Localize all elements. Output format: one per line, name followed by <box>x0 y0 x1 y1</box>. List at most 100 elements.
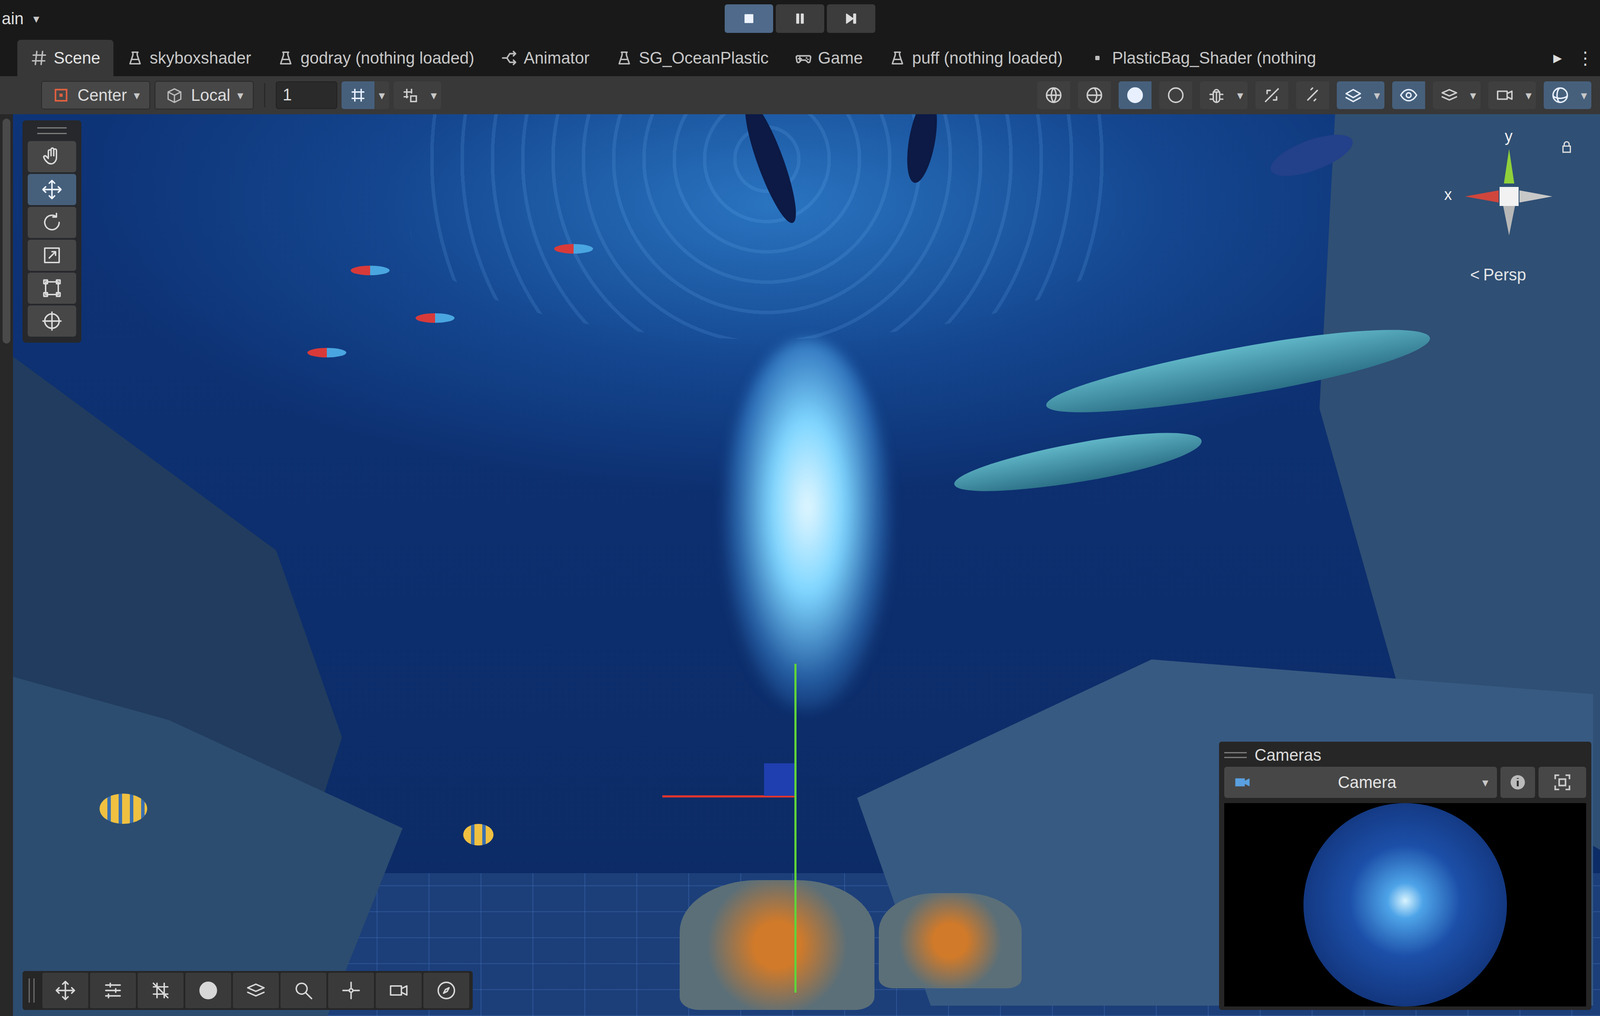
fish <box>554 244 594 254</box>
bug-icon <box>1206 85 1226 105</box>
tab-overflow-button[interactable]: ▶ <box>1553 51 1562 65</box>
view-toggle[interactable] <box>1392 81 1426 110</box>
shaded-icon <box>197 980 220 1002</box>
pivot-button[interactable] <box>328 973 375 1009</box>
move-button[interactable] <box>42 973 89 1009</box>
halfglobe-icon <box>1084 85 1104 105</box>
preview-image <box>1303 803 1507 1007</box>
tab[interactable]: puff (nothing loaded) <box>875 39 1076 77</box>
projection-label[interactable]: <Persp <box>1470 265 1526 285</box>
layout-menu[interactable]: ain▾ <box>0 9 725 29</box>
tab[interactable]: Game <box>781 39 876 77</box>
fish <box>99 793 148 825</box>
space-dropdown[interactable]: Local▾ <box>154 80 254 110</box>
unlit-icon <box>1166 85 1186 105</box>
tab-menu-button[interactable]: ⋮ <box>1576 48 1594 68</box>
tab[interactable]: godray (nothing loaded) <box>264 39 488 77</box>
step-button[interactable] <box>826 4 876 33</box>
move-tool[interactable] <box>27 174 77 206</box>
pause-icon <box>792 10 808 27</box>
transform-tool[interactable] <box>27 305 77 337</box>
light-icon <box>1303 85 1323 105</box>
compass-button[interactable] <box>423 973 470 1009</box>
camera-icon <box>1232 773 1252 793</box>
shader-icon <box>615 49 633 67</box>
shaded-icon <box>1125 85 1145 105</box>
coral <box>679 880 875 1011</box>
search-button[interactable] <box>280 973 327 1009</box>
unity-editor: ain▾ Sceneskyboxshadergodray (nothing loa… <box>0 0 1600 1016</box>
rect-tool[interactable] <box>27 272 77 304</box>
scene-canvas[interactable]: yx<PerspCamerasCamera▾ <box>12 114 1600 1016</box>
twod-icon <box>1262 85 1282 105</box>
camera-dropdown[interactable]: Camera▾ <box>1224 767 1497 799</box>
scene-toolbar: Center▾Local▾1▾▾▾▾▾▾▾ <box>0 76 1600 115</box>
view-toggle[interactable] <box>1255 81 1289 110</box>
tab[interactable]: Animator <box>487 39 603 77</box>
game-icon <box>794 49 813 67</box>
play-controls <box>724 4 876 33</box>
scene-icon <box>30 49 48 67</box>
snap-toggle[interactable]: ▾ <box>393 81 442 110</box>
tab[interactable]: SG_OceanPlastic <box>602 39 782 77</box>
view-toggle[interactable] <box>1159 81 1193 110</box>
sliders-button[interactable] <box>90 973 136 1009</box>
sliders-icon <box>102 980 124 1002</box>
lock-icon[interactable] <box>1559 139 1575 155</box>
view-toggle[interactable] <box>1077 81 1111 110</box>
hand-icon <box>41 145 63 168</box>
shaded-button[interactable] <box>185 973 232 1009</box>
fish <box>463 824 494 846</box>
move-handle-y[interactable] <box>794 664 797 994</box>
view-toggle[interactable]: ▾ <box>1200 81 1248 110</box>
orbit-icon <box>1550 85 1570 105</box>
view-toggle[interactable] <box>1118 81 1152 110</box>
pivot-dropdown[interactable]: Center▾ <box>41 80 151 110</box>
frame-button[interactable] <box>1538 767 1587 799</box>
tab[interactable]: skyboxshader <box>113 39 265 77</box>
layers-icon <box>1439 85 1459 105</box>
pivot-icon <box>340 980 362 1002</box>
info-icon <box>1508 773 1528 793</box>
step-icon <box>843 10 859 27</box>
gridoff-button[interactable] <box>137 973 184 1009</box>
tab[interactable]: PlasticBag_Shader (nothing <box>1075 39 1330 77</box>
cube-icon <box>164 85 184 105</box>
shader-icon <box>277 49 295 67</box>
overlay-toolbar <box>22 971 473 1011</box>
info-button[interactable] <box>1500 767 1536 799</box>
layers-button[interactable] <box>232 973 279 1009</box>
move-handle-plane[interactable] <box>764 763 795 797</box>
grip-handle[interactable] <box>1224 752 1247 759</box>
view-toggle[interactable] <box>1037 81 1071 110</box>
snap-icon <box>400 85 420 105</box>
camera-icon <box>387 980 410 1002</box>
camera-button[interactable] <box>375 973 422 1009</box>
pivot-icon <box>51 85 71 105</box>
stop-button[interactable] <box>724 4 774 33</box>
stop-icon <box>741 10 757 27</box>
scene-view: yx<PerspCamerasCamera▾ <box>0 114 1600 1016</box>
view-toggle[interactable]: ▾ <box>1543 81 1592 110</box>
coral <box>878 893 1022 989</box>
view-toggle[interactable]: ▾ <box>1432 81 1481 110</box>
rotate-tool[interactable] <box>27 206 77 239</box>
compass-icon <box>435 980 458 1002</box>
increment-field[interactable]: 1 <box>275 81 338 110</box>
view-toggle[interactable]: ▾ <box>1488 81 1536 110</box>
hand-tool[interactable] <box>27 141 77 173</box>
pause-button[interactable] <box>775 4 825 33</box>
move-icon <box>54 980 77 1002</box>
tab-bar: Sceneskyboxshadergodray (nothing loaded)… <box>0 37 1600 77</box>
gridoff-icon <box>149 980 172 1002</box>
grip-handle[interactable] <box>28 978 35 1004</box>
scale-tool[interactable] <box>27 239 77 271</box>
scrollbar[interactable] <box>0 114 13 1016</box>
layers-icon <box>245 980 267 1002</box>
grip-handle[interactable] <box>37 127 67 135</box>
orientation-gizmo[interactable]: yx<Persp <box>1444 127 1575 292</box>
view-toggle[interactable]: ▾ <box>1336 81 1385 110</box>
view-toggle[interactable] <box>1296 81 1330 110</box>
tab[interactable]: Scene <box>17 39 114 77</box>
snap-toggle[interactable]: ▾ <box>341 81 390 110</box>
